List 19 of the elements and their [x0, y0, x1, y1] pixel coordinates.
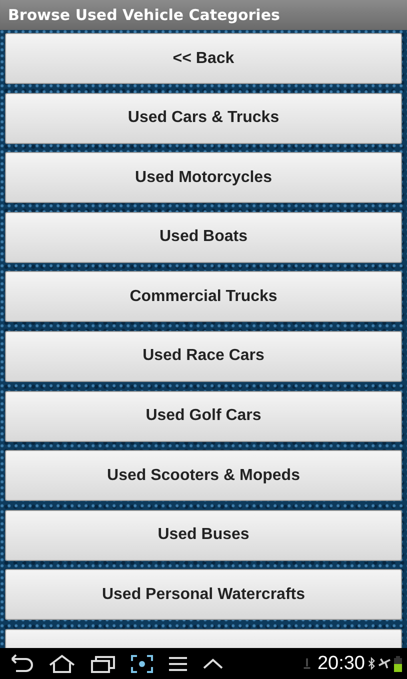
usb-icon [303, 658, 312, 670]
category-button[interactable]: Used Race Cars [5, 330, 402, 382]
window-title: Browse Used Vehicle Categories [8, 6, 280, 24]
recent-apps-icon[interactable] [90, 654, 116, 674]
airplane-icon [378, 657, 391, 670]
category-button[interactable]: Used Boats [5, 212, 402, 263]
home-icon[interactable] [48, 654, 76, 674]
category-button[interactable]: << Back [5, 33, 402, 84]
category-button[interactable]: Used Buses [5, 510, 402, 561]
category-button[interactable]: Commercial Trucks [5, 271, 402, 322]
category-button[interactable]: Used Golf Cars [5, 390, 402, 442]
category-button[interactable]: Used Motorcycles [5, 152, 402, 204]
category-button[interactable]: Used Personal Watercrafts [5, 569, 402, 620]
category-button[interactable]: Used Scooters & Mopeds [5, 450, 402, 502]
screenshot-icon[interactable] [130, 654, 154, 674]
category-button[interactable]: Used Cars & Trucks [5, 92, 402, 144]
bluetooth-icon [368, 657, 375, 670]
battery-icon [394, 656, 402, 672]
clock-time: 20:30 [317, 652, 365, 674]
